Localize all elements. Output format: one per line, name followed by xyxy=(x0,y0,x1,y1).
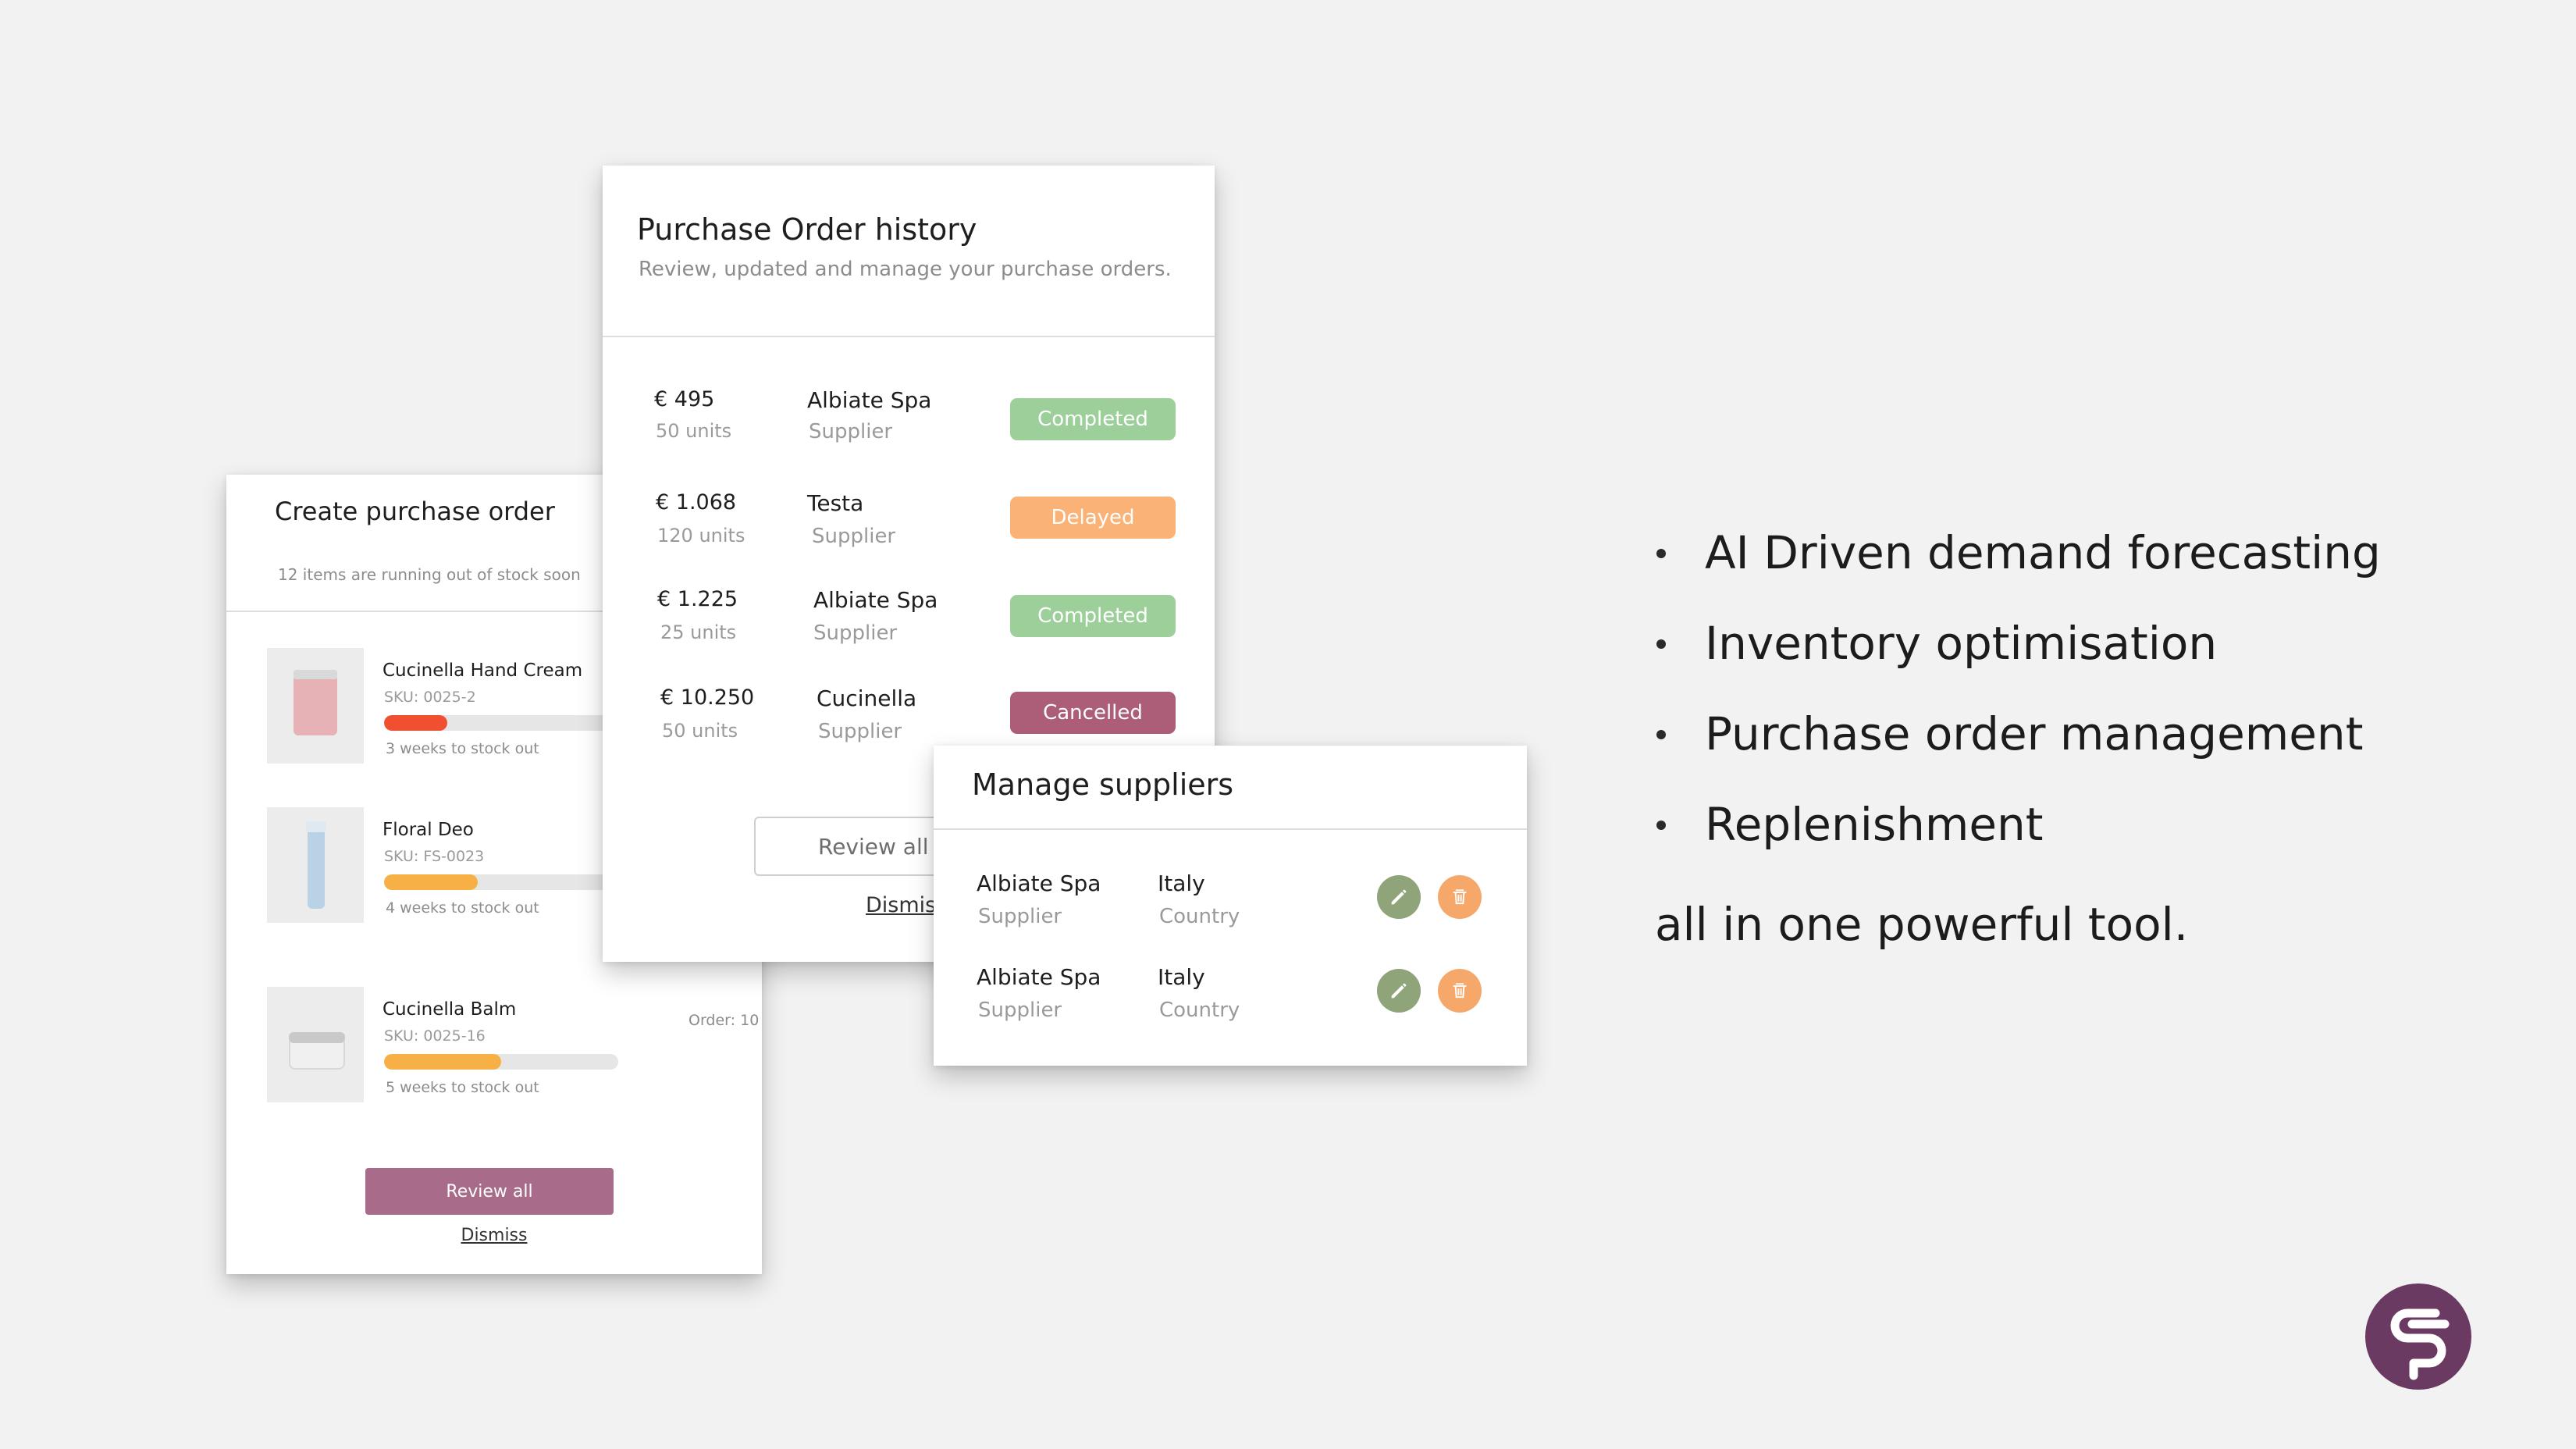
order-supplier: Cucinella xyxy=(817,685,917,711)
order-row[interactable]: € 1.225 25 units Albiate Spa Supplier Co… xyxy=(603,587,1215,665)
supplier-label: Supplier xyxy=(813,621,898,645)
order-units: 25 units xyxy=(660,621,737,643)
order-quantity[interactable]: Order: 10 xyxy=(688,1012,759,1029)
supplier-row: Albiate Spa Supplier Italy Country xyxy=(934,870,1527,949)
stock-item[interactable]: Cucinella Balm SKU: 0025-16 5 weeks to s… xyxy=(267,987,759,1112)
trash-icon xyxy=(1453,983,1467,999)
supplier-row: Albiate Spa Supplier Italy Country xyxy=(934,964,1527,1042)
item-sku: SKU: 0025-2 xyxy=(384,689,476,706)
item-sku: SKU: 0025-16 xyxy=(384,1027,486,1045)
supplier-country: Italy xyxy=(1158,964,1205,990)
edit-supplier-button[interactable] xyxy=(1377,875,1421,919)
stock-out-caption: 4 weeks to stock out xyxy=(386,899,539,917)
item-name: Cucinella Hand Cream xyxy=(382,660,583,681)
item-sku: SKU: FS-0023 xyxy=(384,848,485,865)
order-amount: € 495 xyxy=(654,387,715,411)
feature-bullet: Replenishment xyxy=(1653,793,2381,884)
order-row[interactable]: € 1.068 120 units Testa Supplier Delayed xyxy=(603,490,1215,568)
supplier-label: Supplier xyxy=(978,905,1062,928)
feature-list: AI Driven demand forecasting Inventory o… xyxy=(1653,522,2381,884)
order-amount: € 10.250 xyxy=(660,685,755,710)
trash-icon xyxy=(1453,889,1467,905)
country-label: Country xyxy=(1159,905,1240,928)
status-badge: Completed xyxy=(1010,595,1176,637)
order-supplier: Albiate Spa xyxy=(807,387,932,413)
item-name: Cucinella Balm xyxy=(382,999,517,1020)
create-order-subtitle: 12 items are running out of stock soon xyxy=(278,565,581,584)
stock-level-bar xyxy=(384,1054,618,1070)
manage-suppliers-title: Manage suppliers xyxy=(972,767,1234,802)
order-row[interactable]: € 495 50 units Albiate Spa Supplier Comp… xyxy=(603,387,1215,465)
delete-supplier-button[interactable] xyxy=(1438,875,1482,919)
product-image-hand-cream xyxy=(267,648,364,764)
stock-out-caption: 5 weeks to stock out xyxy=(386,1079,539,1096)
status-badge: Cancelled xyxy=(1010,692,1176,734)
stock-level-bar xyxy=(384,874,618,890)
pencil-icon xyxy=(1391,983,1407,999)
order-amount: € 1.225 xyxy=(657,587,738,611)
item-name: Floral Deo xyxy=(382,820,474,840)
order-units: 50 units xyxy=(656,420,732,442)
order-units: 120 units xyxy=(657,525,745,546)
product-image-balm xyxy=(267,987,364,1102)
order-supplier: Testa xyxy=(807,490,864,516)
status-badge: Completed xyxy=(1010,398,1176,440)
review-all-button[interactable]: Review all xyxy=(365,1168,614,1215)
delete-supplier-button[interactable] xyxy=(1438,969,1482,1013)
product-image-floral-deo xyxy=(267,807,364,923)
feature-bullet: Purchase order management xyxy=(1653,703,2381,793)
supplier-label: Supplier xyxy=(818,720,902,743)
create-order-title: Create purchase order xyxy=(275,497,555,526)
supplier-name: Albiate Spa xyxy=(977,964,1101,990)
tagline: all in one powerful tool. xyxy=(1655,898,2189,951)
country-label: Country xyxy=(1159,999,1240,1022)
divider xyxy=(934,828,1527,830)
manage-suppliers-card: Manage suppliers Albiate Spa Supplier It… xyxy=(934,746,1527,1066)
pencil-icon xyxy=(1391,889,1407,905)
feature-bullet: Inventory optimisation xyxy=(1653,612,2381,703)
divider xyxy=(603,336,1215,337)
supplier-country: Italy xyxy=(1158,870,1205,896)
po-history-subtitle: Review, updated and manage your purchase… xyxy=(639,258,1172,281)
supplier-label: Supplier xyxy=(809,420,893,443)
stock-level-bar xyxy=(384,715,618,731)
order-amount: € 1.068 xyxy=(656,490,737,514)
brand-logo-icon xyxy=(2365,1283,2471,1390)
order-supplier: Albiate Spa xyxy=(813,587,938,613)
feature-bullet: AI Driven demand forecasting xyxy=(1653,522,2381,612)
order-units: 50 units xyxy=(662,720,738,742)
edit-supplier-button[interactable] xyxy=(1377,969,1421,1013)
dismiss-link[interactable]: Dismiss xyxy=(226,1226,762,1245)
stock-out-caption: 3 weeks to stock out xyxy=(386,740,539,757)
supplier-label: Supplier xyxy=(978,999,1062,1022)
po-history-title: Purchase Order history xyxy=(637,212,977,247)
supplier-label: Supplier xyxy=(812,525,896,548)
supplier-name: Albiate Spa xyxy=(977,870,1101,896)
status-badge: Delayed xyxy=(1010,497,1176,539)
